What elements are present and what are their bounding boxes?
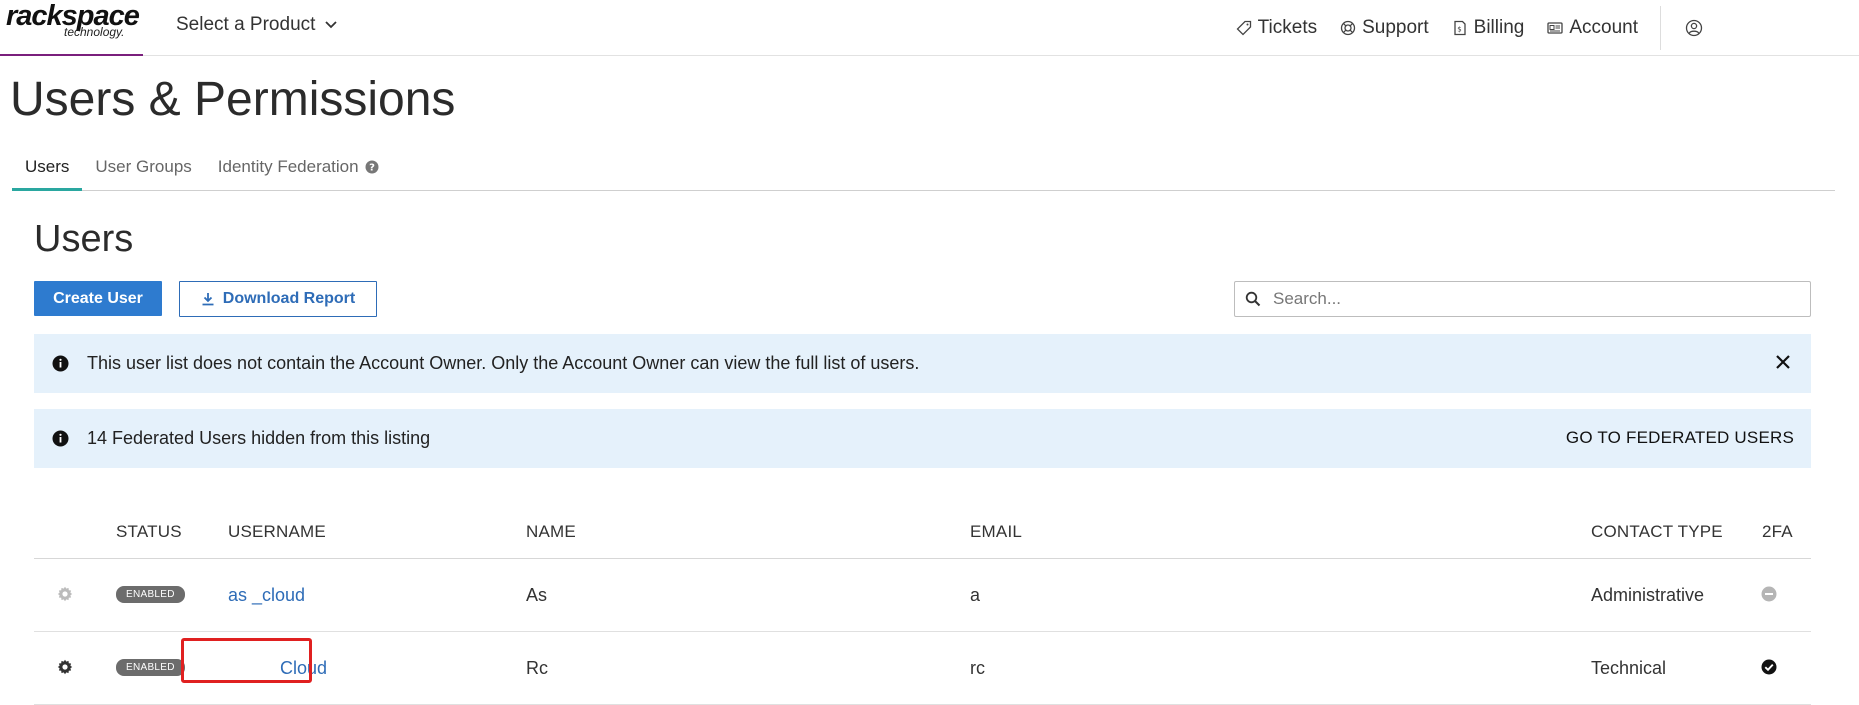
tab-bar: Users User Groups Identity Federation ? — [12, 150, 1835, 191]
tab-users[interactable]: Users — [12, 150, 83, 191]
nav-billing-label: Billing — [1473, 17, 1525, 38]
download-report-button[interactable]: Download Report — [179, 281, 377, 317]
nav-right: Tickets Support $ Billing Account — [1236, 6, 1859, 50]
nav-divider — [1660, 6, 1661, 50]
close-icon[interactable] — [1775, 354, 1791, 370]
info-icon — [52, 430, 69, 447]
svg-text:$: $ — [1457, 26, 1461, 34]
nav-support-link[interactable]: Support — [1340, 17, 1429, 39]
go-to-federated-users-link[interactable]: GO TO FEDERATED USERS — [1566, 428, 1794, 448]
create-user-button[interactable]: Create User — [34, 281, 162, 316]
check-circle-icon — [1761, 659, 1777, 675]
status-badge: ENABLED — [116, 586, 185, 603]
tab-label: User Groups — [95, 157, 192, 176]
minus-circle-icon — [1761, 586, 1777, 602]
federated-users-alert-text: 14 Federated Users hidden from this list… — [87, 428, 431, 448]
user-email: rc — [970, 658, 985, 678]
column-header-email[interactable]: EMAIL — [970, 522, 1022, 542]
logo-subtitle: technology. — [64, 25, 125, 39]
download-icon — [202, 293, 214, 306]
account-owner-alert-text: This user list does not contain the Acco… — [87, 353, 920, 373]
download-report-label: Download Report — [222, 290, 356, 307]
table-header: STATUS USERNAME NAME EMAIL CONTACT TYPE … — [34, 512, 1811, 559]
column-header-status[interactable]: STATUS — [116, 522, 182, 542]
user-circle-icon — [1685, 19, 1703, 37]
nav-tickets-label: Tickets — [1257, 17, 1318, 38]
top-navigation: rackspace technology. Select a Product T… — [0, 0, 1859, 56]
contact-type: Administrative — [1591, 585, 1705, 605]
gear-icon[interactable] — [57, 659, 73, 675]
username-link[interactable]: as _cloud — [228, 585, 305, 606]
column-header-name[interactable]: NAME — [526, 522, 576, 542]
search-input[interactable] — [1273, 289, 1773, 309]
lifebuoy-icon — [1340, 20, 1356, 36]
status-badge: ENABLED — [116, 659, 185, 676]
column-header-username[interactable]: USERNAME — [228, 522, 326, 542]
info-icon — [52, 355, 69, 372]
search-box[interactable] — [1234, 281, 1811, 317]
section-title: Users — [34, 218, 134, 260]
table-row: ENABLED Cloud Rc rc Technical — [34, 632, 1811, 705]
users-table: STATUS USERNAME NAME EMAIL CONTACT TYPE … — [34, 512, 1811, 705]
chevron-down-icon — [325, 21, 338, 29]
column-header-2fa[interactable]: 2FA — [1762, 522, 1793, 542]
nav-billing-link[interactable]: $ Billing — [1452, 17, 1525, 39]
account-owner-alert: This user list does not contain the Acco… — [34, 334, 1811, 393]
user-email: a — [970, 585, 981, 605]
page-title: Users & Permissions — [10, 73, 456, 126]
tab-user-groups[interactable]: User Groups — [82, 150, 204, 191]
search-icon — [1245, 291, 1261, 307]
user-menu-button[interactable] — [1685, 19, 1703, 37]
nav-account-link[interactable]: Account — [1547, 17, 1638, 39]
contact-type: Technical — [1591, 658, 1667, 678]
username-link[interactable]: Cloud — [280, 658, 327, 679]
table-row: ENABLED as _cloud As a Administrative — [34, 559, 1811, 632]
rackspace-logo[interactable]: rackspace technology. — [0, 0, 143, 56]
tag-icon — [1236, 20, 1251, 36]
tab-identity-federation[interactable]: Identity Federation ? — [205, 150, 392, 191]
column-header-contact-type[interactable]: CONTACT TYPE — [1591, 522, 1723, 542]
user-full-name: As — [526, 585, 548, 605]
tab-label: Users — [25, 157, 70, 176]
id-card-icon — [1547, 22, 1563, 34]
svg-text:?: ? — [369, 163, 375, 174]
invoice-icon: $ — [1453, 20, 1466, 36]
nav-account-label: Account — [1569, 17, 1638, 38]
nav-tickets-link[interactable]: Tickets — [1236, 17, 1317, 39]
gear-icon[interactable] — [57, 586, 73, 602]
user-full-name: Rc — [526, 658, 548, 678]
nav-support-label: Support — [1362, 17, 1429, 38]
product-select-dropdown[interactable]: Select a Product — [176, 14, 338, 36]
tab-label: Identity Federation — [217, 157, 359, 176]
help-circle-icon[interactable]: ? — [365, 160, 379, 174]
federated-users-alert: 14 Federated Users hidden from this list… — [34, 409, 1811, 468]
product-select-label: Select a Product — [176, 14, 316, 35]
